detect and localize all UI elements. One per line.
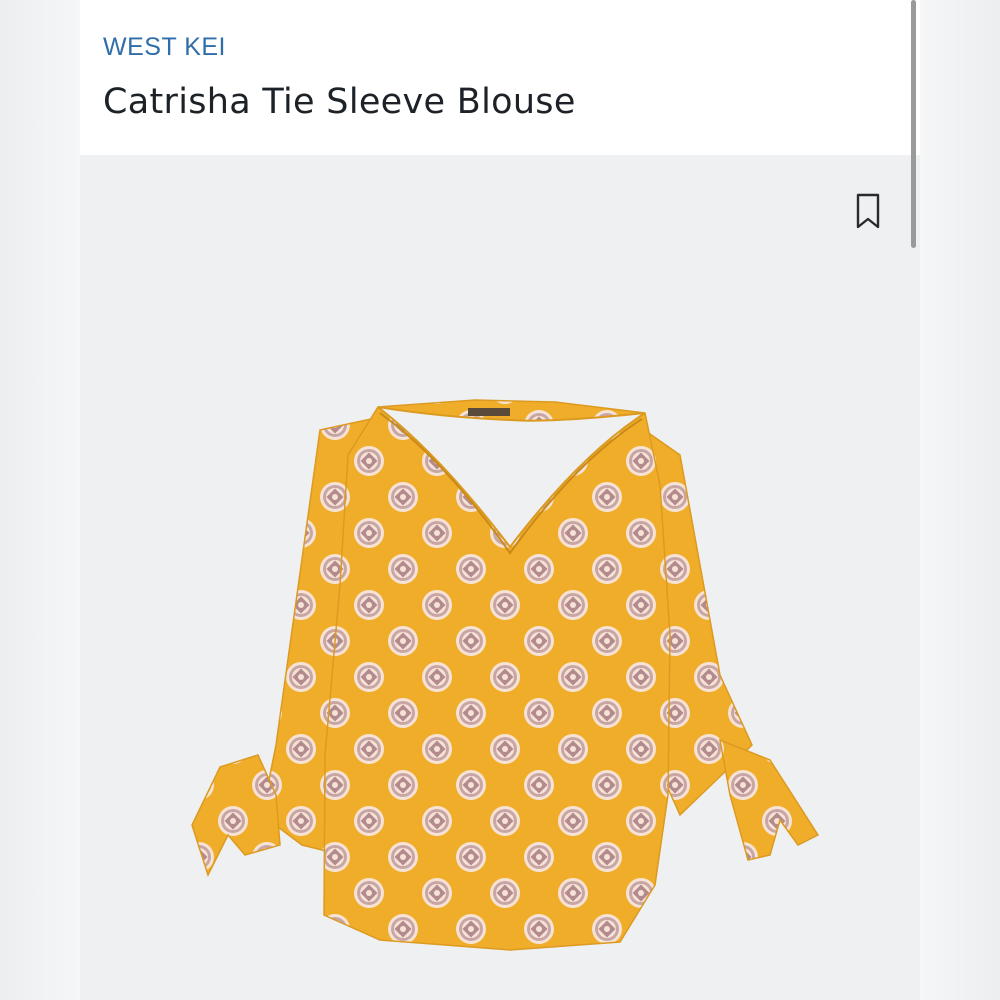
product-image-area	[80, 155, 920, 1000]
left-edge	[0, 0, 80, 1000]
brand-name[interactable]: WEST KEI	[103, 33, 226, 62]
garment-label	[468, 408, 510, 416]
right-edge	[920, 0, 1000, 1000]
product-panel: WEST KEI Catrisha Tie Sleeve Blouse	[80, 0, 920, 1000]
product-image[interactable]	[80, 155, 920, 1000]
right-sleeve-tie	[719, 738, 820, 861]
product-title: Catrisha Tie Sleeve Blouse	[103, 82, 576, 122]
left-sleeve-tie	[191, 754, 281, 877]
bookmark-icon[interactable]	[856, 193, 880, 229]
scrollbar[interactable]	[911, 0, 916, 248]
product-header: WEST KEI Catrisha Tie Sleeve Blouse	[80, 0, 920, 155]
